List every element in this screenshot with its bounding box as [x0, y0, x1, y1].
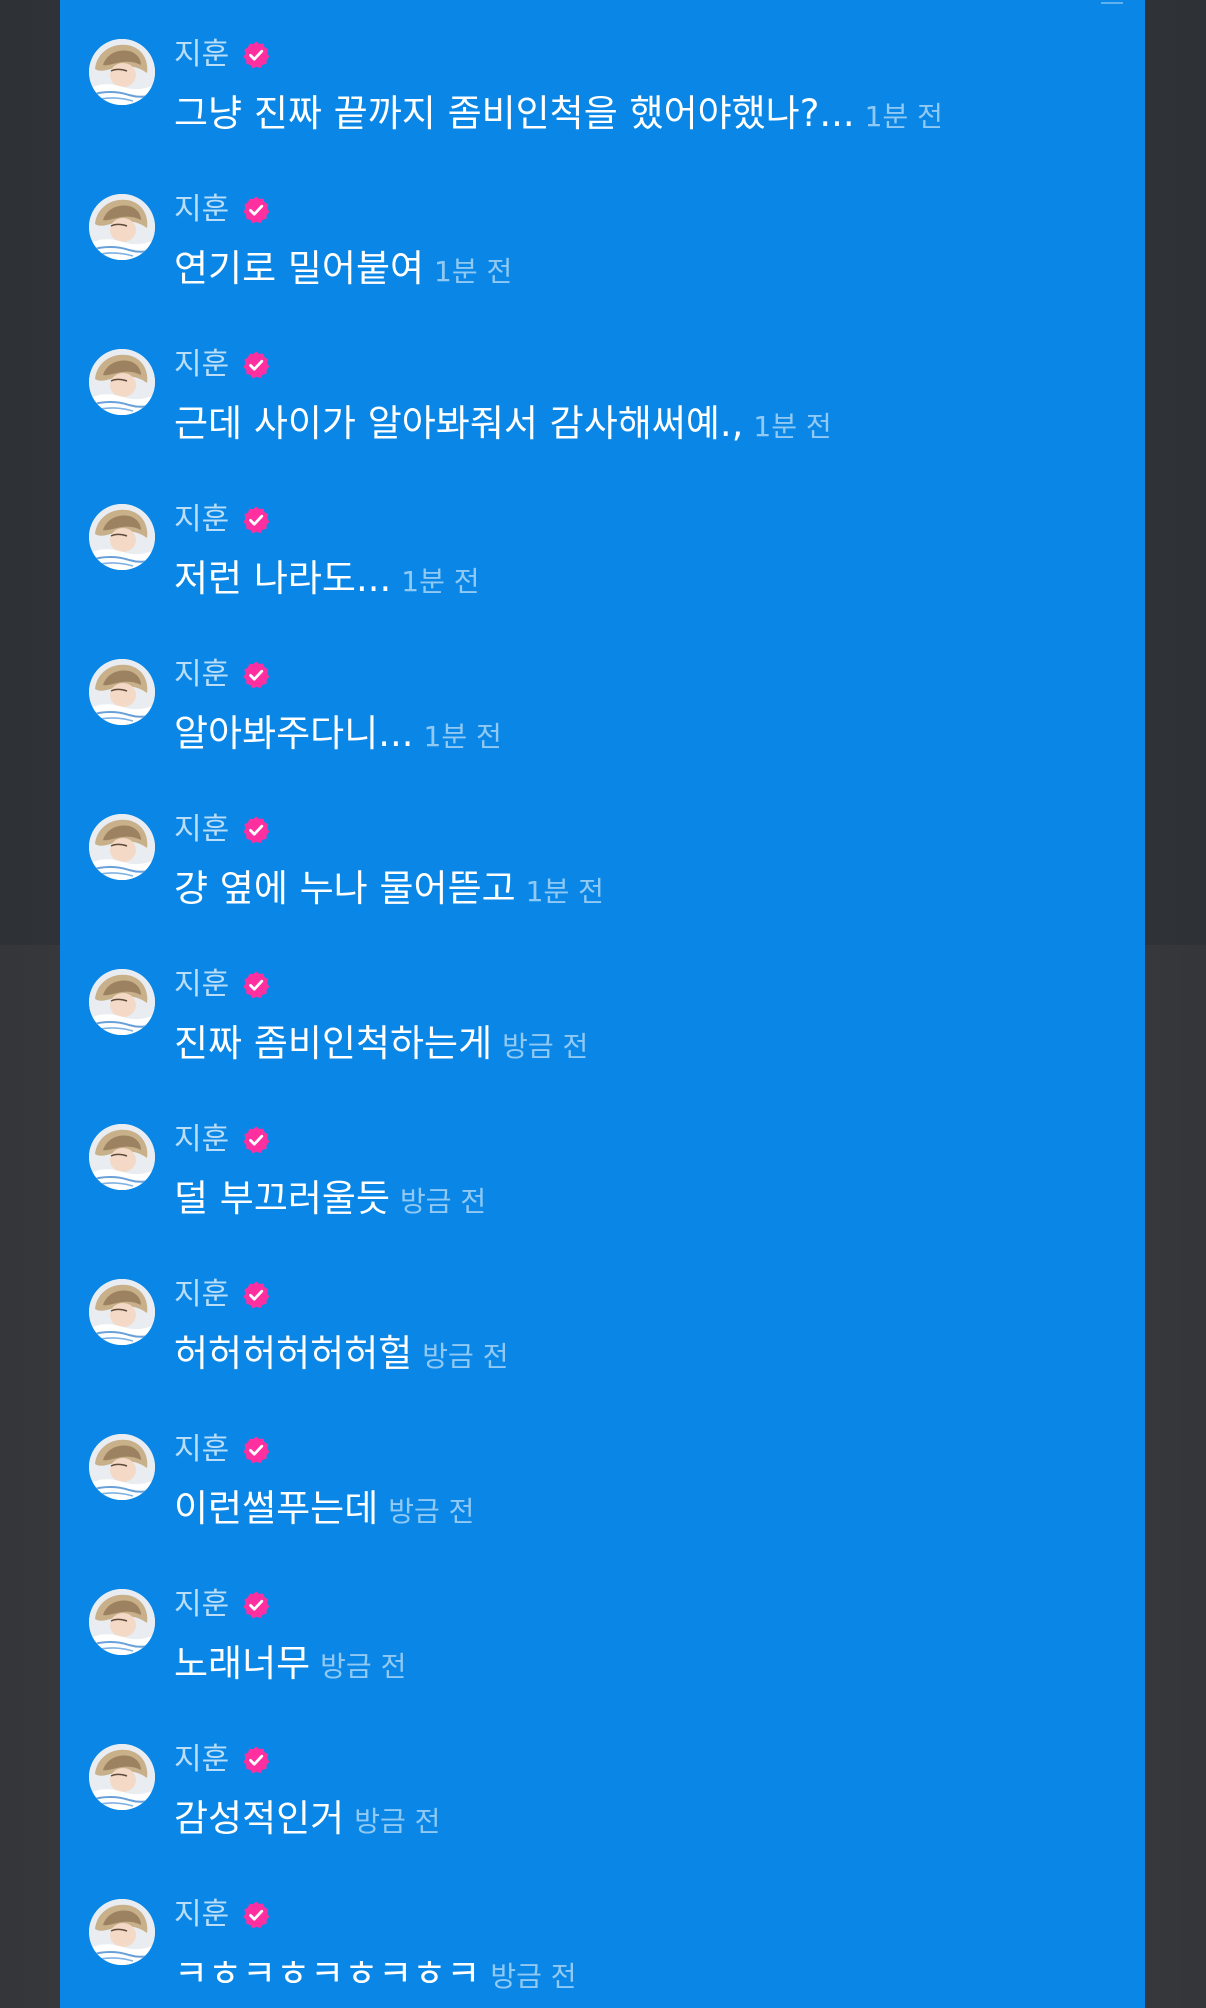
timestamp: 1분 전 [423, 720, 502, 753]
verified-check-icon [241, 970, 271, 1000]
message-line: 허허허허허허헐 방금 전 [174, 1329, 508, 1382]
avatar[interactable] [89, 969, 155, 1035]
avatar[interactable] [89, 194, 155, 260]
chat-message[interactable]: 지훈연기로 밀어붙여 1분 전 [60, 190, 1145, 340]
timestamp: 1분 전 [753, 410, 832, 443]
verified-check-icon [241, 1125, 271, 1155]
chat-message[interactable]: 지훈걍 옆에 누나 물어뜯고 1분 전 [60, 810, 1145, 960]
verified-check-icon [241, 1900, 271, 1930]
message-line: ㅋㅎㅋㅎㅋㅎㅋㅎㅋ 방금 전 [174, 1949, 577, 2002]
message-line: 노래너무 방금 전 [174, 1639, 406, 1692]
avatar[interactable] [89, 39, 155, 105]
chat-message[interactable]: 지훈덜 부끄러울듯 방금 전 [60, 1120, 1145, 1270]
message-line: 저런 나라도... 1분 전 [174, 554, 480, 607]
message-text: 그냥 진짜 끝까지 좀비인척을 했어야했나?... [174, 92, 855, 135]
timestamp: 방금 전 [354, 1805, 441, 1838]
verified-check-icon [241, 1280, 271, 1310]
chat-message[interactable]: 지훈저런 나라도... 1분 전 [60, 500, 1145, 650]
avatar[interactable] [89, 1589, 155, 1655]
message-text: 허허허허허허헐 [174, 1332, 413, 1375]
chat-message[interactable]: 지훈알아봐주다니... 1분 전 [60, 655, 1145, 805]
verified-check-icon [241, 1435, 271, 1465]
message-text: 진짜 좀비인척하는게 [174, 1022, 493, 1065]
timestamp: 1분 전 [525, 875, 604, 908]
verified-check-icon [241, 1745, 271, 1775]
verified-check-icon [241, 195, 271, 225]
username[interactable]: 지훈 [174, 655, 229, 695]
message-line: 연기로 밀어붙여 1분 전 [174, 244, 512, 297]
username[interactable]: 지훈 [174, 965, 229, 1005]
message-text: 걍 옆에 누나 물어뜯고 [174, 867, 516, 910]
chat-panel[interactable]: 지훈 그냥 진짜 끝까지 좀비인척을 했어야했나?... 1분 전 지훈 연기로 밀어붙… [60, 0, 1145, 2008]
timestamp: 방금 전 [422, 1340, 509, 1373]
chat-message[interactable]: 지훈그냥 진짜 끝까지 좀비인척을 했어야했나?... 1분 전 [60, 35, 1145, 185]
avatar[interactable] [89, 1899, 155, 1965]
message-text: 연기로 밀어붙여 [174, 247, 425, 290]
username[interactable]: 지훈 [174, 1430, 229, 1470]
avatar[interactable] [89, 1744, 155, 1810]
avatar[interactable] [89, 504, 155, 570]
timestamp: 1분 전 [864, 100, 943, 133]
verified-check-icon [241, 350, 271, 380]
avatar[interactable] [89, 1279, 155, 1345]
message-text: 감성적인거 [174, 1797, 345, 1840]
verified-check-icon [241, 815, 271, 845]
timestamp: 방금 전 [320, 1650, 407, 1683]
timestamp: 방금 전 [490, 1960, 577, 1993]
message-line: 걍 옆에 누나 물어뜯고 1분 전 [174, 864, 604, 917]
verified-check-icon [241, 505, 271, 535]
username[interactable]: 지훈 [174, 500, 229, 540]
timestamp: 방금 전 [502, 1030, 589, 1063]
timestamp: 방금 전 [400, 1185, 487, 1218]
username[interactable]: 지훈 [174, 1895, 229, 1935]
avatar[interactable] [89, 659, 155, 725]
message-text: 알아봐주다니... [174, 712, 414, 755]
timestamp: 1분 전 [401, 565, 480, 598]
verified-check-icon [241, 660, 271, 690]
message-line: 알아봐주다니... 1분 전 [174, 709, 502, 762]
username[interactable]: 지훈 [174, 810, 229, 850]
username[interactable]: 지훈 [174, 1585, 229, 1625]
verified-check-icon [241, 40, 271, 70]
chat-message[interactable]: 지훈이런썰푸는데 방금 전 [60, 1430, 1145, 1580]
verified-check-icon [241, 1590, 271, 1620]
username[interactable]: 지훈 [174, 1740, 229, 1780]
username[interactable]: 지훈 [174, 1120, 229, 1160]
message-text: ㅋㅎㅋㅎㅋㅎㅋㅎㅋ [174, 1952, 481, 1995]
avatar[interactable] [89, 814, 155, 880]
chat-message[interactable]: 지훈허허허허허허헐 방금 전 [60, 1275, 1145, 1425]
chat-message[interactable]: 지훈감성적인거 방금 전 [60, 1740, 1145, 1890]
username[interactable]: 지훈 [174, 1275, 229, 1315]
message-line: 진짜 좀비인척하는게 방금 전 [174, 1019, 588, 1072]
message-line: 근데 사이가 알아봐줘서 감사해써예., 1분 전 [174, 399, 832, 452]
message-text: 근데 사이가 알아봐줘서 감사해써예., [174, 402, 744, 445]
panel-corner-handle [1101, 0, 1123, 4]
message-line: 감성적인거 방금 전 [174, 1794, 440, 1847]
message-line: 그냥 진짜 끝까지 좀비인척을 했어야했나?... 1분 전 [174, 89, 943, 142]
chat-message[interactable]: 지훈 ㅋㅎㅋㅎㅋㅎㅋㅎㅋ 방금 전 [60, 1895, 1145, 2008]
chat-message[interactable]: 지훈진짜 좀비인척하는게 방금 전 [60, 965, 1145, 1115]
timestamp: 방금 전 [388, 1495, 475, 1528]
message-text: 이런썰푸는데 [174, 1487, 379, 1530]
avatar[interactable] [89, 349, 155, 415]
message-text: 덜 부끄러울듯 [174, 1177, 391, 1220]
avatar[interactable] [89, 1434, 155, 1500]
chat-message[interactable]: 지훈근데 사이가 알아봐줘서 감사해써예., 1분 전 [60, 345, 1145, 495]
timestamp: 1분 전 [434, 255, 513, 288]
avatar[interactable] [89, 1124, 155, 1190]
username[interactable]: 지훈 [174, 345, 229, 385]
message-text: 저런 나라도... [174, 557, 392, 600]
message-line: 이런썰푸는데 방금 전 [174, 1484, 474, 1537]
username[interactable]: 지훈 [174, 35, 229, 75]
chat-message[interactable]: 지훈노래너무 방금 전 [60, 1585, 1145, 1735]
message-line: 덜 부끄러울듯 방금 전 [174, 1174, 486, 1227]
username[interactable]: 지훈 [174, 190, 229, 230]
message-text: 노래너무 [174, 1642, 311, 1685]
